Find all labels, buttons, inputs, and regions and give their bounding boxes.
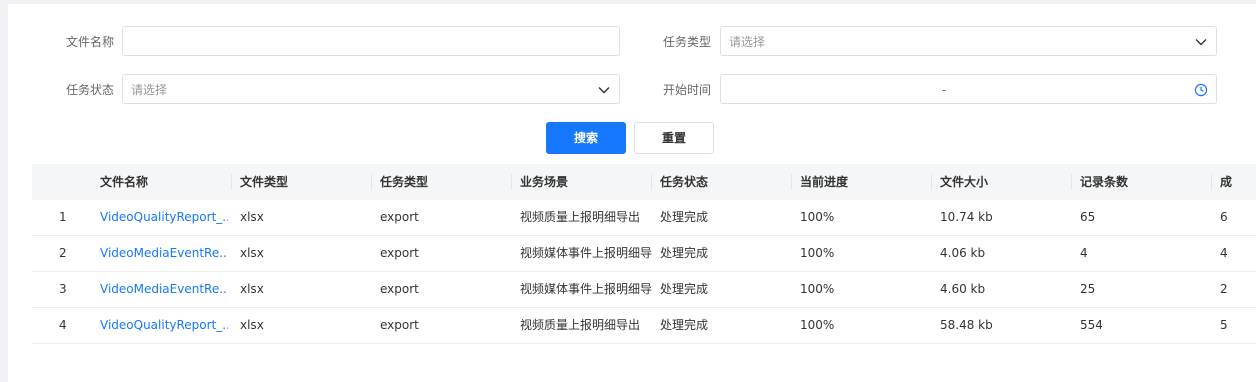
- records-cell: 4: [1080, 246, 1088, 260]
- file-name-link[interactable]: VideoQualityReport_...: [100, 308, 228, 343]
- file-type-cell: xlsx: [240, 210, 264, 224]
- file-name-label: 文件名称: [66, 35, 115, 49]
- truncated-cell: 5: [1220, 318, 1228, 332]
- scene-cell: 视频媒体事件上报明细导: [520, 282, 653, 296]
- progress-cell: 100%: [800, 246, 835, 260]
- scene-cell: 视频质量上报明细导出: [520, 318, 641, 332]
- column-header-status: 任务状态: [660, 175, 709, 189]
- file-name-link[interactable]: VideoMediaEventRe...: [100, 236, 228, 271]
- column-header-scene: 业务场景: [520, 175, 569, 189]
- scene-cell: 视频媒体事件上报明细导: [520, 246, 653, 260]
- column-header-file-name: 文件名称: [100, 175, 149, 189]
- status-cell: 处理完成: [660, 210, 709, 224]
- file-type-cell: xlsx: [240, 282, 264, 296]
- column-header-file-type: 文件类型: [240, 175, 289, 189]
- filter-table-panel: 文件名称 任务类型 请选择 任务状态 请选择 开始时间 - 搜索 重置 文件名称…: [8, 4, 1256, 382]
- column-header-progress: 当前进度: [800, 175, 849, 189]
- column-divider: [231, 174, 232, 190]
- column-header-records: 记录条数: [1080, 175, 1129, 189]
- row-index: 2: [59, 246, 67, 260]
- date-range-separator: -: [942, 83, 947, 97]
- file-name-input[interactable]: [122, 26, 620, 56]
- column-divider: [931, 174, 932, 190]
- chevron-down-icon: [1195, 39, 1207, 46]
- status-cell: 处理完成: [660, 246, 709, 260]
- file-type-cell: xlsx: [240, 246, 264, 260]
- start-time-range-picker[interactable]: -: [720, 74, 1217, 104]
- file-name-link[interactable]: VideoQualityReport_...: [100, 200, 228, 235]
- task-type-cell: export: [380, 318, 419, 332]
- chevron-down-icon: [598, 87, 610, 94]
- column-divider: [511, 174, 512, 190]
- size-cell: 58.48 kb: [940, 318, 993, 332]
- row-index: 4: [59, 318, 67, 332]
- table-header: 文件名称 文件类型 任务类型 业务场景 任务状态 当前进度 文件大小 记录条数 …: [32, 164, 1256, 200]
- column-divider: [651, 174, 652, 190]
- task-status-placeholder: 请选择: [131, 83, 168, 97]
- records-cell: 65: [1080, 210, 1096, 224]
- progress-cell: 100%: [800, 282, 835, 296]
- column-divider: [371, 174, 372, 190]
- task-type-select[interactable]: 请选择: [720, 26, 1217, 56]
- file-type-cell: xlsx: [240, 318, 264, 332]
- status-cell: 处理完成: [660, 282, 709, 296]
- task-type-cell: export: [380, 282, 419, 296]
- records-cell: 554: [1080, 318, 1103, 332]
- task-type-cell: export: [380, 210, 419, 224]
- size-cell: 4.06 kb: [940, 246, 986, 260]
- column-divider: [1071, 174, 1072, 190]
- start-time-label: 开始时间: [663, 83, 712, 97]
- file-name-link[interactable]: VideoMediaEventRe...: [100, 272, 228, 307]
- table-row: 1 VideoQualityReport_... xlsx export 视频质…: [32, 200, 1256, 236]
- truncated-cell: 6: [1220, 210, 1228, 224]
- truncated-cell: 4: [1220, 246, 1228, 260]
- table-row: 3 VideoMediaEventRe... xlsx export 视频媒体事…: [32, 272, 1256, 308]
- column-header-task-type: 任务类型: [380, 175, 429, 189]
- clock-icon[interactable]: [1194, 83, 1208, 97]
- search-button[interactable]: 搜索: [546, 122, 626, 154]
- size-cell: 4.60 kb: [940, 282, 986, 296]
- task-type-cell: export: [380, 246, 419, 260]
- table-row: 4 VideoQualityReport_... xlsx export 视频质…: [32, 308, 1256, 344]
- progress-cell: 100%: [800, 210, 835, 224]
- task-status-select[interactable]: 请选择: [122, 74, 620, 104]
- size-cell: 10.74 kb: [940, 210, 993, 224]
- column-divider: [791, 174, 792, 190]
- records-cell: 25: [1080, 282, 1096, 296]
- row-index: 3: [59, 282, 67, 296]
- task-type-placeholder: 请选择: [729, 35, 766, 49]
- status-cell: 处理完成: [660, 318, 709, 332]
- truncated-cell: 2: [1220, 282, 1228, 296]
- task-status-label: 任务状态: [66, 83, 115, 97]
- column-header-truncated: 成: [1220, 175, 1233, 189]
- scene-cell: 视频质量上报明细导出: [520, 210, 641, 224]
- progress-cell: 100%: [800, 318, 835, 332]
- row-index: 1: [59, 210, 67, 224]
- column-divider: [1211, 174, 1212, 190]
- column-header-size: 文件大小: [940, 175, 989, 189]
- task-type-label: 任务类型: [663, 35, 712, 49]
- task-table: 文件名称 文件类型 任务类型 业务场景 任务状态 当前进度 文件大小 记录条数 …: [32, 164, 1256, 344]
- reset-button[interactable]: 重置: [634, 122, 714, 154]
- table-row: 2 VideoMediaEventRe... xlsx export 视频媒体事…: [32, 236, 1256, 272]
